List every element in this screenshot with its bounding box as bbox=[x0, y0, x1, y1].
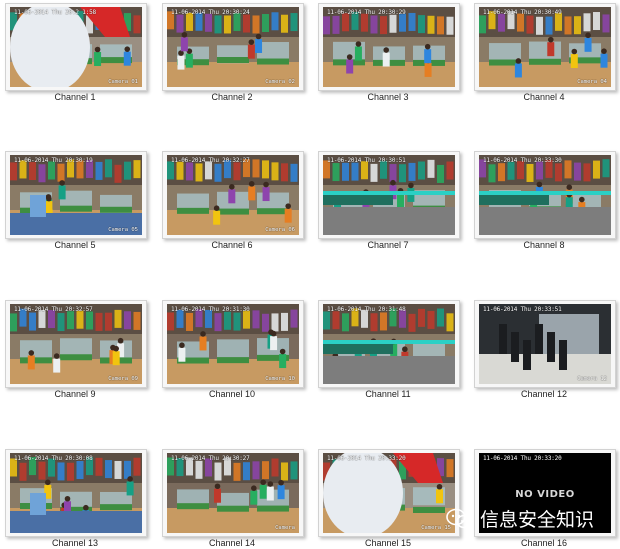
channel-tile[interactable]: 11-06-2014 Thu 20:30:27 Camera Channel 14 bbox=[162, 449, 312, 549]
timestamp-overlay: 11-06-2014 Thu 20:32:57 bbox=[14, 306, 93, 313]
camera-feed-thumbnail[interactable]: 11-06-2014 Thu 20:33:30 bbox=[479, 155, 611, 235]
camera-feed-thumbnail[interactable]: 11-06-2014 Thu 20:30:19 Camera 05 bbox=[10, 155, 142, 235]
camera-feed-thumbnail[interactable]: 11-06-2014 Thu 20:32:57 Camera 09 bbox=[10, 304, 142, 384]
watermark: 信息安全知识 bbox=[446, 505, 594, 532]
thumbnail-frame: 11-06-2014 Thu 20:30:27 Camera bbox=[162, 449, 304, 537]
timestamp-overlay: 11-06-2014 Thu 20:33:51 bbox=[483, 306, 562, 313]
channel-caption: Channel 10 bbox=[208, 389, 256, 399]
camera-label-overlay: Camera 05 bbox=[108, 227, 138, 233]
channel-caption: Channel 3 bbox=[367, 92, 409, 102]
timestamp-overlay: 11-06-2014 Thu 20:33:30 bbox=[483, 157, 562, 164]
thumbnail-frame: 11-06-2014 Thu 20:30:08 bbox=[5, 449, 147, 537]
camera-feed-thumbnail[interactable]: 11-06-2014 Thu 20:30:29 bbox=[323, 7, 455, 87]
timestamp-overlay: 11-06-2014 Thu 20:31:48 bbox=[327, 306, 406, 313]
channel-tile[interactable]: 11-06-2014 Thu 20:33:20 NO VIDEO Channel 1… bbox=[474, 449, 620, 549]
channel-tile[interactable]: 11-06-2014 Thu 20:33:20 Camera 15 Channel … bbox=[318, 449, 468, 549]
camera-label-overlay: Camera 12 bbox=[577, 376, 607, 382]
camera-label-overlay: Camera 01 bbox=[108, 79, 138, 85]
camera-feed-thumbnail[interactable]: 11-06-2014 Thu 20:31:48 bbox=[323, 304, 455, 384]
channel-caption: Channel 12 bbox=[520, 389, 568, 399]
timestamp-overlay: 11-06-2014 Thu 20:33:20 bbox=[327, 455, 406, 462]
camera-label-overlay: Camera 04 bbox=[577, 79, 607, 85]
channel-caption: Channel 8 bbox=[523, 240, 565, 250]
thumbnail-frame: 11-06-2014 Thu 20:33:51 Camera 12 bbox=[474, 300, 616, 388]
channel-caption: Channel 7 bbox=[367, 240, 409, 250]
channel-tile[interactable]: 11-06-2014 Thu 20:33:51 Camera 12 Channel … bbox=[474, 300, 620, 400]
timestamp-overlay: 11-06-2014 Thu 20:30:27 bbox=[171, 455, 250, 462]
timestamp-overlay: 11-06-2014 Thu 20:32:27 bbox=[171, 157, 250, 164]
wechat-icon bbox=[446, 508, 474, 530]
camera-feed-thumbnail[interactable]: 11-06-2014 Thu 20:30:51 bbox=[323, 155, 455, 235]
thumbnail-frame: 11-06-2014 Thu 20:30:29 bbox=[318, 3, 460, 91]
timestamp-overlay: 11-06-2014 Thu 20:30:51 bbox=[327, 157, 406, 164]
channel-tile[interactable]: 11-06-2014 Thu 20:32:57 Camera 09 Channel … bbox=[5, 300, 155, 400]
channel-caption: Channel 5 bbox=[54, 240, 96, 250]
timestamp-overlay: 11-06-2014 Thu 20:30:24 bbox=[171, 9, 250, 16]
channel-tile[interactable]: 11-06-2014 Thu 20:30:49 Camera 04 Channel … bbox=[474, 3, 620, 103]
timestamp-overlay: 11-06-2014 Thu 20:33:20 bbox=[483, 455, 562, 462]
channel-caption: Channel 15 bbox=[364, 538, 412, 548]
thumbnail-frame: 11-06-2014 Thu 20:32:27 Camera 06 bbox=[162, 151, 304, 239]
camera-label-overlay: Camera 10 bbox=[265, 376, 295, 382]
timestamp-overlay: 11-06-2014 Thu 20:30:49 bbox=[483, 9, 562, 16]
camera-label-overlay: Camera 09 bbox=[108, 376, 138, 382]
camera-feed-thumbnail[interactable]: 11-06-2014 Thu 20:2 1:58 Camera 01 bbox=[10, 7, 142, 87]
camera-label-overlay: Camera 06 bbox=[265, 227, 295, 233]
camera-feed-thumbnail[interactable]: 11-06-2014 Thu 20:33:51 Camera 12 bbox=[479, 304, 611, 384]
camera-feed-thumbnail[interactable]: 11-06-2014 Thu 20:30:08 bbox=[10, 453, 142, 533]
no-video-label: NO VIDEO bbox=[515, 489, 575, 500]
watermark-text: 信息安全知识 bbox=[480, 510, 595, 531]
camera-label-overlay: Camera bbox=[275, 525, 295, 531]
thumbnail-frame: 11-06-2014 Thu 20:30:19 Camera 05 bbox=[5, 151, 147, 239]
channel-tile[interactable]: 11-06-2014 Thu 20:31:48 Channel 11 bbox=[318, 300, 468, 400]
thumbnail-frame: 11-06-2014 Thu 20:30:51 bbox=[318, 151, 460, 239]
thumbnail-frame: 11-06-2014 Thu 20:33:20 Camera 15 bbox=[318, 449, 460, 537]
channel-tile[interactable]: 11-06-2014 Thu 20:31:30 Camera 10 Channel … bbox=[162, 300, 312, 400]
channel-tile[interactable]: 11-06-2014 Thu 20:30:08 Channel 13 bbox=[5, 449, 155, 549]
thumbnail-frame: 11-06-2014 Thu 20:32:57 Camera 09 bbox=[5, 300, 147, 388]
channel-tile[interactable]: 11-06-2014 Thu 20:30:51 Channel 7 bbox=[318, 151, 468, 251]
channel-tile[interactable]: 11-06-2014 Thu 20:32:27 Camera 06 Channel … bbox=[162, 151, 312, 251]
thumbnail-frame: 11-06-2014 Thu 20:30:24 Camera 02 bbox=[162, 3, 304, 91]
camera-label-overlay: Camera 02 bbox=[265, 79, 295, 85]
thumbnail-frame: 11-06-2014 Thu 20:31:48 bbox=[318, 300, 460, 388]
camera-feed-thumbnail[interactable]: 11-06-2014 Thu 20:30:27 Camera bbox=[167, 453, 299, 533]
channel-caption: Channel 11 bbox=[365, 389, 411, 399]
thumbnail-frame: 11-06-2014 Thu 20:33:30 bbox=[474, 151, 616, 239]
channel-tile[interactable]: 11-06-2014 Thu 20:30:29 Channel 3 bbox=[318, 3, 468, 103]
channel-caption: Channel 6 bbox=[211, 240, 253, 250]
timestamp-overlay: 11-06-2014 Thu 20:30:29 bbox=[327, 9, 406, 16]
channel-caption: Channel 9 bbox=[54, 389, 96, 399]
timestamp-overlay: 11-06-2014 Thu 20:30:19 bbox=[14, 157, 93, 164]
timestamp-overlay: 11-06-2014 Thu 20:2 1:58 bbox=[14, 9, 96, 16]
thumbnail-frame: 11-06-2014 Thu 20:31:30 Camera 10 bbox=[162, 300, 304, 388]
timestamp-overlay: 11-06-2014 Thu 20:30:08 bbox=[14, 455, 93, 462]
camera-feed-thumbnail[interactable]: 11-06-2014 Thu 20:33:20 Camera 15 bbox=[323, 453, 455, 533]
timestamp-overlay: 11-06-2014 Thu 20:31:30 bbox=[171, 306, 250, 313]
channel-caption: Channel 13 bbox=[51, 538, 99, 548]
camera-feed-thumbnail[interactable]: 11-06-2014 Thu 20:30:49 Camera 04 bbox=[479, 7, 611, 87]
thumbnail-frame: 11-06-2014 Thu 20:30:49 Camera 04 bbox=[474, 3, 616, 91]
channel-caption: Channel 1 bbox=[54, 92, 96, 102]
channel-tile[interactable]: 11-06-2014 Thu 20:30:19 Camera 05 Channel … bbox=[5, 151, 155, 251]
channel-caption: Channel 2 bbox=[211, 92, 253, 102]
channel-caption: Channel 14 bbox=[208, 538, 256, 548]
camera-feed-thumbnail[interactable]: 11-06-2014 Thu 20:32:27 Camera 06 bbox=[167, 155, 299, 235]
thumbnail-frame: 11-06-2014 Thu 20:2 1:58 Camera 01 bbox=[5, 3, 147, 91]
channel-tile[interactable]: 11-06-2014 Thu 20:30:24 Camera 02 Channel … bbox=[162, 3, 312, 103]
channel-tile[interactable]: 11-06-2014 Thu 20:33:30 Channel 8 bbox=[474, 151, 620, 251]
camera-feed-thumbnail[interactable]: 11-06-2014 Thu 20:31:30 Camera 10 bbox=[167, 304, 299, 384]
channel-tile[interactable]: 11-06-2014 Thu 20:2 1:58 Camera 01 Channel… bbox=[5, 3, 155, 103]
camera-feed-thumbnail[interactable]: 11-06-2014 Thu 20:30:24 Camera 02 bbox=[167, 7, 299, 87]
channel-caption: Channel 16 bbox=[520, 538, 568, 548]
channel-caption: Channel 4 bbox=[523, 92, 565, 102]
